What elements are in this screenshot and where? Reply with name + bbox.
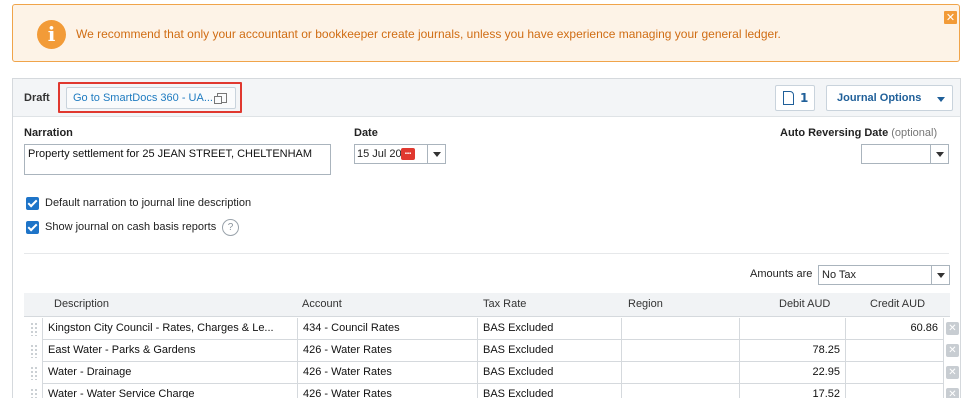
cash-basis-checkbox[interactable] bbox=[26, 221, 39, 234]
credit-cell[interactable] bbox=[846, 362, 944, 384]
date-label: Date bbox=[354, 127, 378, 139]
journal-panel: Draft Go to SmartDocs 360 - UA... 1 Jour… bbox=[12, 78, 961, 398]
header-debit: Debit AUD bbox=[779, 298, 831, 310]
default-narration-label: Default narration to journal line descri… bbox=[45, 197, 252, 209]
attachment-count: 1 bbox=[800, 91, 809, 105]
table-row: Kingston City Council - Rates, Charges &… bbox=[24, 318, 960, 340]
narration-label: Narration bbox=[24, 127, 73, 139]
amounts-are-dropdown-button[interactable] bbox=[931, 266, 949, 284]
table-header: Description Account Tax Rate Region Debi… bbox=[24, 293, 950, 317]
amounts-are-label: Amounts are bbox=[750, 268, 813, 280]
debit-cell[interactable] bbox=[740, 318, 846, 340]
attachments-button[interactable]: 1 bbox=[775, 85, 815, 111]
delete-row-icon[interactable]: ✕ bbox=[946, 388, 959, 398]
date-dropdown-button[interactable] bbox=[427, 145, 445, 163]
header-credit: Credit AUD bbox=[870, 298, 926, 310]
drag-handle-icon[interactable] bbox=[30, 344, 38, 358]
amounts-are-select[interactable]: No Tax bbox=[818, 265, 950, 285]
tax-rate-cell[interactable]: BAS Excluded bbox=[478, 384, 622, 398]
account-cell[interactable]: 434 - Council Rates bbox=[298, 318, 478, 340]
document-icon bbox=[783, 91, 794, 105]
journal-options-label: Journal Options bbox=[837, 92, 922, 104]
auto-reversing-date-field[interactable] bbox=[861, 144, 949, 164]
optional-hint: (optional) bbox=[891, 127, 938, 139]
header-region: Region bbox=[628, 298, 663, 310]
warning-banner: i We recommend that only your accountant… bbox=[12, 4, 960, 62]
credit-cell[interactable] bbox=[846, 384, 944, 398]
region-cell[interactable] bbox=[622, 362, 740, 384]
drag-handle-icon[interactable] bbox=[30, 366, 38, 380]
debit-cell[interactable]: 78.25 bbox=[740, 340, 846, 362]
external-link-icon bbox=[214, 93, 227, 104]
account-cell[interactable]: 426 - Water Rates bbox=[298, 340, 478, 362]
journal-options-button[interactable]: Journal Options bbox=[826, 85, 953, 111]
cash-basis-label: Show journal on cash basis reports bbox=[45, 221, 217, 233]
auto-reversing-label: Auto Reversing Date (optional) bbox=[780, 127, 937, 139]
table-row: Water - Water Service Charge 426 - Water… bbox=[24, 384, 960, 398]
smartdocs-button[interactable]: Go to SmartDocs 360 - UA... bbox=[66, 87, 236, 109]
debit-cell[interactable]: 17.52 bbox=[740, 384, 846, 398]
date-value: 15 Jul 20 bbox=[357, 148, 402, 160]
auto-reversing-dropdown-button[interactable] bbox=[930, 145, 948, 163]
credit-cell[interactable]: 60.86 bbox=[846, 318, 944, 340]
smartdocs-label: Go to SmartDocs 360 - UA... bbox=[73, 92, 213, 104]
chevron-down-icon bbox=[936, 152, 944, 157]
header-account: Account bbox=[302, 298, 342, 310]
default-narration-checkbox[interactable] bbox=[26, 197, 39, 210]
narration-input[interactable]: Property settlement for 25 JEAN STREET, … bbox=[24, 144, 331, 175]
account-cell[interactable]: 426 - Water Rates bbox=[298, 384, 478, 398]
drag-handle-icon[interactable] bbox=[30, 388, 38, 398]
amounts-are-value: No Tax bbox=[822, 269, 857, 281]
description-cell[interactable]: Water - Water Service Charge bbox=[42, 384, 298, 398]
chevron-down-icon bbox=[433, 152, 441, 157]
delete-row-icon[interactable]: ✕ bbox=[946, 344, 959, 357]
info-icon: i bbox=[37, 20, 66, 49]
delete-row-icon[interactable]: ✕ bbox=[946, 366, 959, 379]
chevron-down-icon bbox=[937, 273, 945, 278]
delete-row-icon[interactable]: ✕ bbox=[946, 322, 959, 335]
header-description: Description bbox=[54, 298, 110, 310]
description-cell[interactable]: Water - Drainage bbox=[42, 362, 298, 384]
calendar-icon[interactable]: ▪▪▪ bbox=[401, 148, 415, 160]
chevron-down-icon bbox=[937, 97, 945, 102]
region-cell[interactable] bbox=[622, 318, 740, 340]
journal-toolbar: Draft Go to SmartDocs 360 - UA... 1 Jour… bbox=[13, 79, 960, 117]
description-cell[interactable]: Kingston City Council - Rates, Charges &… bbox=[42, 318, 298, 340]
description-cell[interactable]: East Water - Parks & Gardens bbox=[42, 340, 298, 362]
credit-cell[interactable] bbox=[846, 340, 944, 362]
table-row: East Water - Parks & Gardens 426 - Water… bbox=[24, 340, 960, 362]
account-cell[interactable]: 426 - Water Rates bbox=[298, 362, 478, 384]
status-label: Draft bbox=[24, 92, 50, 104]
region-cell[interactable] bbox=[622, 340, 740, 362]
date-field[interactable]: 15 Jul 20 ▪▪▪ bbox=[354, 144, 446, 164]
tax-rate-cell[interactable]: BAS Excluded bbox=[478, 318, 622, 340]
section-divider bbox=[24, 253, 949, 254]
header-tax-rate: Tax Rate bbox=[483, 298, 527, 310]
debit-cell[interactable]: 22.95 bbox=[740, 362, 846, 384]
auto-reversing-title: Auto Reversing Date bbox=[780, 127, 889, 139]
close-icon[interactable]: ✕ bbox=[944, 11, 957, 24]
region-cell[interactable] bbox=[622, 384, 740, 398]
tax-rate-cell[interactable]: BAS Excluded bbox=[478, 340, 622, 362]
help-icon[interactable]: ? bbox=[222, 219, 239, 236]
table-row: Water - Drainage 426 - Water Rates BAS E… bbox=[24, 362, 960, 384]
banner-message: We recommend that only your accountant o… bbox=[76, 27, 781, 41]
drag-handle-icon[interactable] bbox=[30, 322, 38, 336]
tax-rate-cell[interactable]: BAS Excluded bbox=[478, 362, 622, 384]
